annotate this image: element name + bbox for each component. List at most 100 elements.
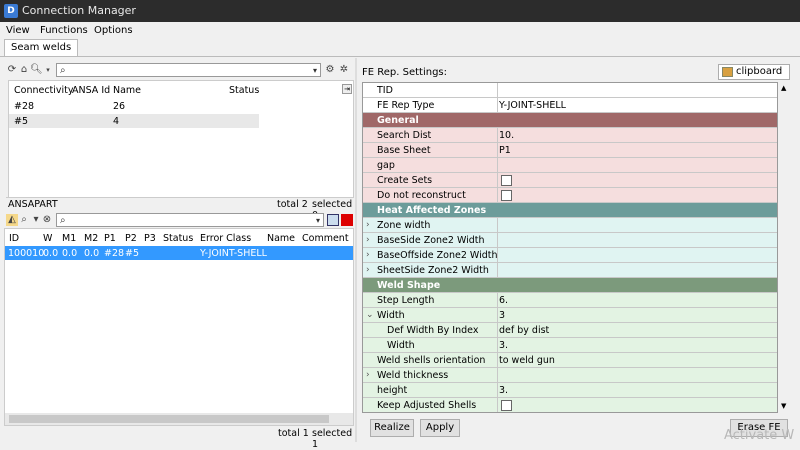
prop-row-do-not-reconstruct[interactable]: Do not reconstruct xyxy=(363,188,777,203)
settings-icon[interactable]: ✲ xyxy=(338,64,350,76)
chevron-down-icon[interactable]: ▾ xyxy=(316,214,320,227)
pane-splitter[interactable] xyxy=(355,58,357,442)
prop-row-width[interactable]: Width 3. xyxy=(363,338,777,353)
prop-value[interactable]: 10. xyxy=(499,130,514,141)
realize-button[interactable]: Realize xyxy=(370,419,414,437)
zoom-icon[interactable]: 🔍︎ xyxy=(30,64,43,76)
expand-right-icon[interactable]: › xyxy=(366,265,370,275)
scroll-thumb[interactable] xyxy=(9,415,329,423)
col-status[interactable]: Status xyxy=(229,85,259,96)
refresh-icon[interactable]: ⟳ xyxy=(6,64,18,76)
prop-name: Weld Shape xyxy=(377,280,441,291)
prop-value[interactable]: to weld gun xyxy=(499,355,555,366)
dropdown-icon[interactable]: ▾ xyxy=(42,64,54,76)
expand-right-icon[interactable]: › xyxy=(366,220,370,230)
column-divider xyxy=(497,293,498,308)
prop-row-search-dist[interactable]: Search Dist 10. xyxy=(363,128,777,143)
prop-row-zone-width[interactable]: › Zone width xyxy=(363,218,777,233)
scroll-down-icon[interactable]: ▼ xyxy=(781,402,786,410)
prop-value[interactable]: 3 xyxy=(499,310,505,321)
col-id[interactable]: ID xyxy=(9,233,19,244)
zoom-icon[interactable]: ⌕ xyxy=(18,214,30,226)
col-error-class[interactable]: Error Class xyxy=(200,233,251,244)
expand-down-icon[interactable]: ⌄ xyxy=(366,310,374,320)
col-w[interactable]: W xyxy=(43,233,52,244)
col-m2[interactable]: M2 xyxy=(84,233,98,244)
fe-settings-label: FE Rep. Settings: xyxy=(362,67,447,78)
table-row[interactable]: #5 4 xyxy=(9,114,259,128)
gear-icon[interactable]: ⚙ xyxy=(324,64,336,76)
connectivity-table: Connectivity ANSA Id Name Status ⇥ #28 2… xyxy=(8,80,354,198)
prop-value[interactable]: P1 xyxy=(499,145,511,156)
col-ansa-id[interactable]: ANSA Id xyxy=(72,85,110,96)
menu-functions[interactable]: Functions xyxy=(40,25,88,36)
prop-row-tid[interactable]: TID xyxy=(363,83,777,98)
col-p3[interactable]: P3 xyxy=(144,233,156,244)
prop-row-height[interactable]: height 3. xyxy=(363,383,777,398)
clipboard-button[interactable]: clipboard xyxy=(718,64,790,80)
prop-row-width[interactable]: ⌄ Width 3 xyxy=(363,308,777,323)
connections-search-input[interactable]: ⌕ ▾ xyxy=(56,213,324,227)
col-comment[interactable]: Comment xyxy=(302,233,349,244)
prop-row-sheetside-zone2-width[interactable]: › SheetSide Zone2 Width xyxy=(363,263,777,278)
prop-checkbox[interactable] xyxy=(501,175,512,186)
prop-row-step-length[interactable]: Step Length 6. xyxy=(363,293,777,308)
col-name[interactable]: Name xyxy=(267,233,295,244)
scroll-up-icon[interactable]: ▲ xyxy=(781,84,786,92)
column-divider xyxy=(497,233,498,248)
clipboard-label: clipboard xyxy=(736,66,783,77)
prop-value[interactable]: 3. xyxy=(499,385,508,396)
table-row[interactable]: #28 26 xyxy=(9,99,259,113)
prop-value[interactable]: Y-JOINT-SHELL xyxy=(499,100,566,111)
col-status[interactable]: Status xyxy=(163,233,193,244)
section-heat-affected-zones[interactable]: Heat Affected Zones xyxy=(363,203,777,218)
col-connectivity[interactable]: Connectivity xyxy=(14,85,74,96)
prop-row-weld-shells-orientation[interactable]: Weld shells orientation to weld gun xyxy=(363,353,777,368)
red-marker-icon[interactable] xyxy=(341,214,353,226)
search-icon: ⌕ xyxy=(60,65,66,76)
menu-options[interactable]: Options xyxy=(94,25,133,36)
prop-checkbox[interactable] xyxy=(501,400,512,411)
prop-value[interactable]: 6. xyxy=(499,295,508,306)
cell-id: 100010 xyxy=(8,248,45,259)
expand-right-icon[interactable]: › xyxy=(366,235,370,245)
chevron-down-icon[interactable]: ▾ xyxy=(313,64,317,77)
horizontal-scrollbar[interactable] xyxy=(5,413,353,425)
prop-value[interactable]: def by dist xyxy=(499,325,549,336)
expand-right-icon[interactable]: › xyxy=(366,370,370,380)
col-p1[interactable]: P1 xyxy=(104,233,116,244)
prop-row-def-width-by-index[interactable]: Def Width By Index def by dist xyxy=(363,323,777,338)
expand-right-icon[interactable]: › xyxy=(366,250,370,260)
column-menu-icon[interactable]: ⇥ xyxy=(342,84,352,94)
connectivity-search-input[interactable]: ⌕ ▾ xyxy=(56,63,321,77)
prop-name: TID xyxy=(377,85,393,96)
tab-seam-welds[interactable]: Seam welds xyxy=(4,39,79,57)
prop-row-keep-adjusted-shells[interactable]: Keep Adjusted Shells xyxy=(363,398,777,412)
section-weld-shape[interactable]: Weld Shape xyxy=(363,278,777,293)
highlight-icon[interactable]: ◭ xyxy=(6,214,18,226)
cell-m1: 0.0 xyxy=(62,248,78,259)
prop-checkbox[interactable] xyxy=(501,190,512,201)
prop-value[interactable]: 3. xyxy=(499,340,508,351)
prop-row-fe-rep-type[interactable]: FE Rep Type Y-JOINT-SHELL xyxy=(363,98,777,113)
filter-icon[interactable]: ⊗ xyxy=(41,214,53,226)
table-view-icon[interactable] xyxy=(327,214,339,226)
prop-row-baseside-zone2-width[interactable]: › BaseSide Zone2 Width xyxy=(363,233,777,248)
home-icon[interactable]: ⌂ xyxy=(18,64,30,76)
apply-button[interactable]: Apply xyxy=(420,419,460,437)
col-name[interactable]: Name xyxy=(113,85,141,96)
table-row-selected[interactable]: 100010 0.0 0.0 0.0 #28 #5 Y-JOINT-SHELL xyxy=(5,246,353,260)
prop-row-base-sheet[interactable]: Base Sheet P1 xyxy=(363,143,777,158)
section-general[interactable]: General xyxy=(363,113,777,128)
vertical-scrollbar[interactable]: ▲ ▼ xyxy=(779,82,789,413)
col-m1[interactable]: M1 xyxy=(62,233,76,244)
prop-name: Heat Affected Zones xyxy=(377,205,487,216)
right-pane: FE Rep. Settings: clipboard TID FE Rep Ty… xyxy=(358,58,800,442)
column-divider xyxy=(497,308,498,323)
prop-row-create-sets[interactable]: Create Sets xyxy=(363,173,777,188)
prop-row-weld-thickness[interactable]: › Weld thickness xyxy=(363,368,777,383)
menu-view[interactable]: View xyxy=(6,25,30,36)
prop-row-gap[interactable]: gap xyxy=(363,158,777,173)
prop-row-baseoffside-zone2-width[interactable]: › BaseOffside Zone2 Width xyxy=(363,248,777,263)
col-p2[interactable]: P2 xyxy=(125,233,137,244)
